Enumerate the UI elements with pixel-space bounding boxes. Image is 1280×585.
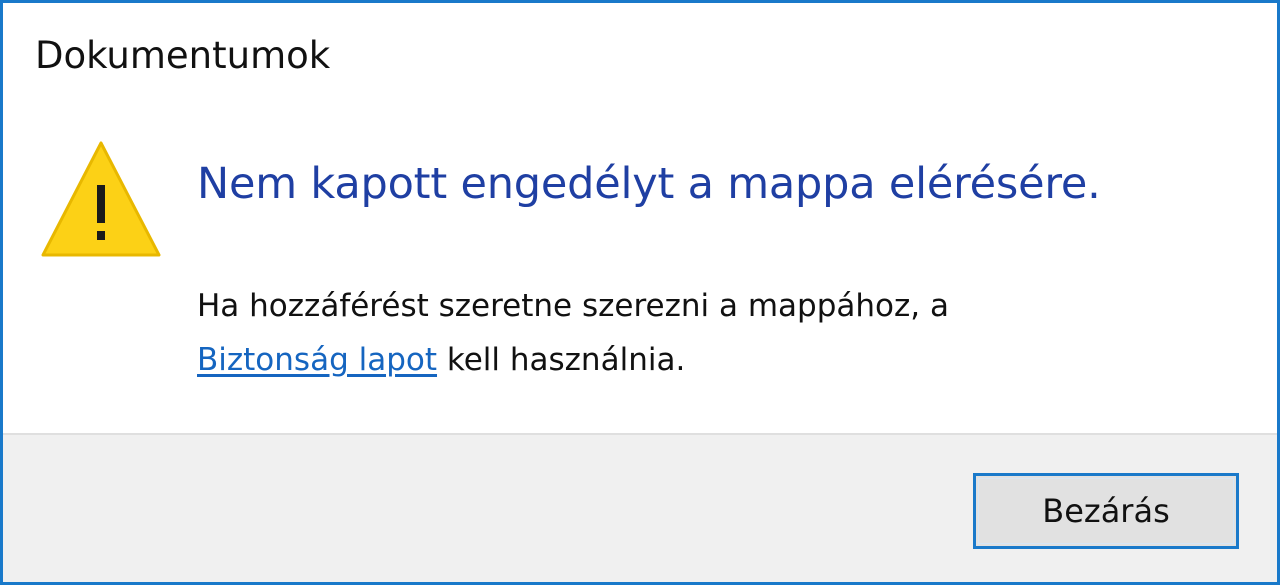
permission-dialog: Dokumentumok Nem kapott engedélyt a mapp… bbox=[0, 0, 1280, 585]
dialog-title: Dokumentumok bbox=[35, 34, 331, 77]
message-body-line2-rest: kell használnia. bbox=[437, 342, 686, 378]
message-body-line2: Biztonság lapot kell használnia. bbox=[197, 333, 1237, 387]
message-heading: Nem kapott engedélyt a mappa elérésére. bbox=[197, 159, 1101, 209]
dialog-footer: Bezárás bbox=[3, 433, 1277, 582]
security-tab-link[interactable]: Biztonság lapot bbox=[197, 342, 437, 378]
close-button[interactable]: Bezárás bbox=[973, 473, 1239, 549]
message-body: Ha hozzáférést szeretne szerezni a mappá… bbox=[197, 279, 1237, 387]
message-body-line1: Ha hozzáférést szeretne szerezni a mappá… bbox=[197, 288, 949, 324]
warning-icon bbox=[41, 141, 161, 257]
